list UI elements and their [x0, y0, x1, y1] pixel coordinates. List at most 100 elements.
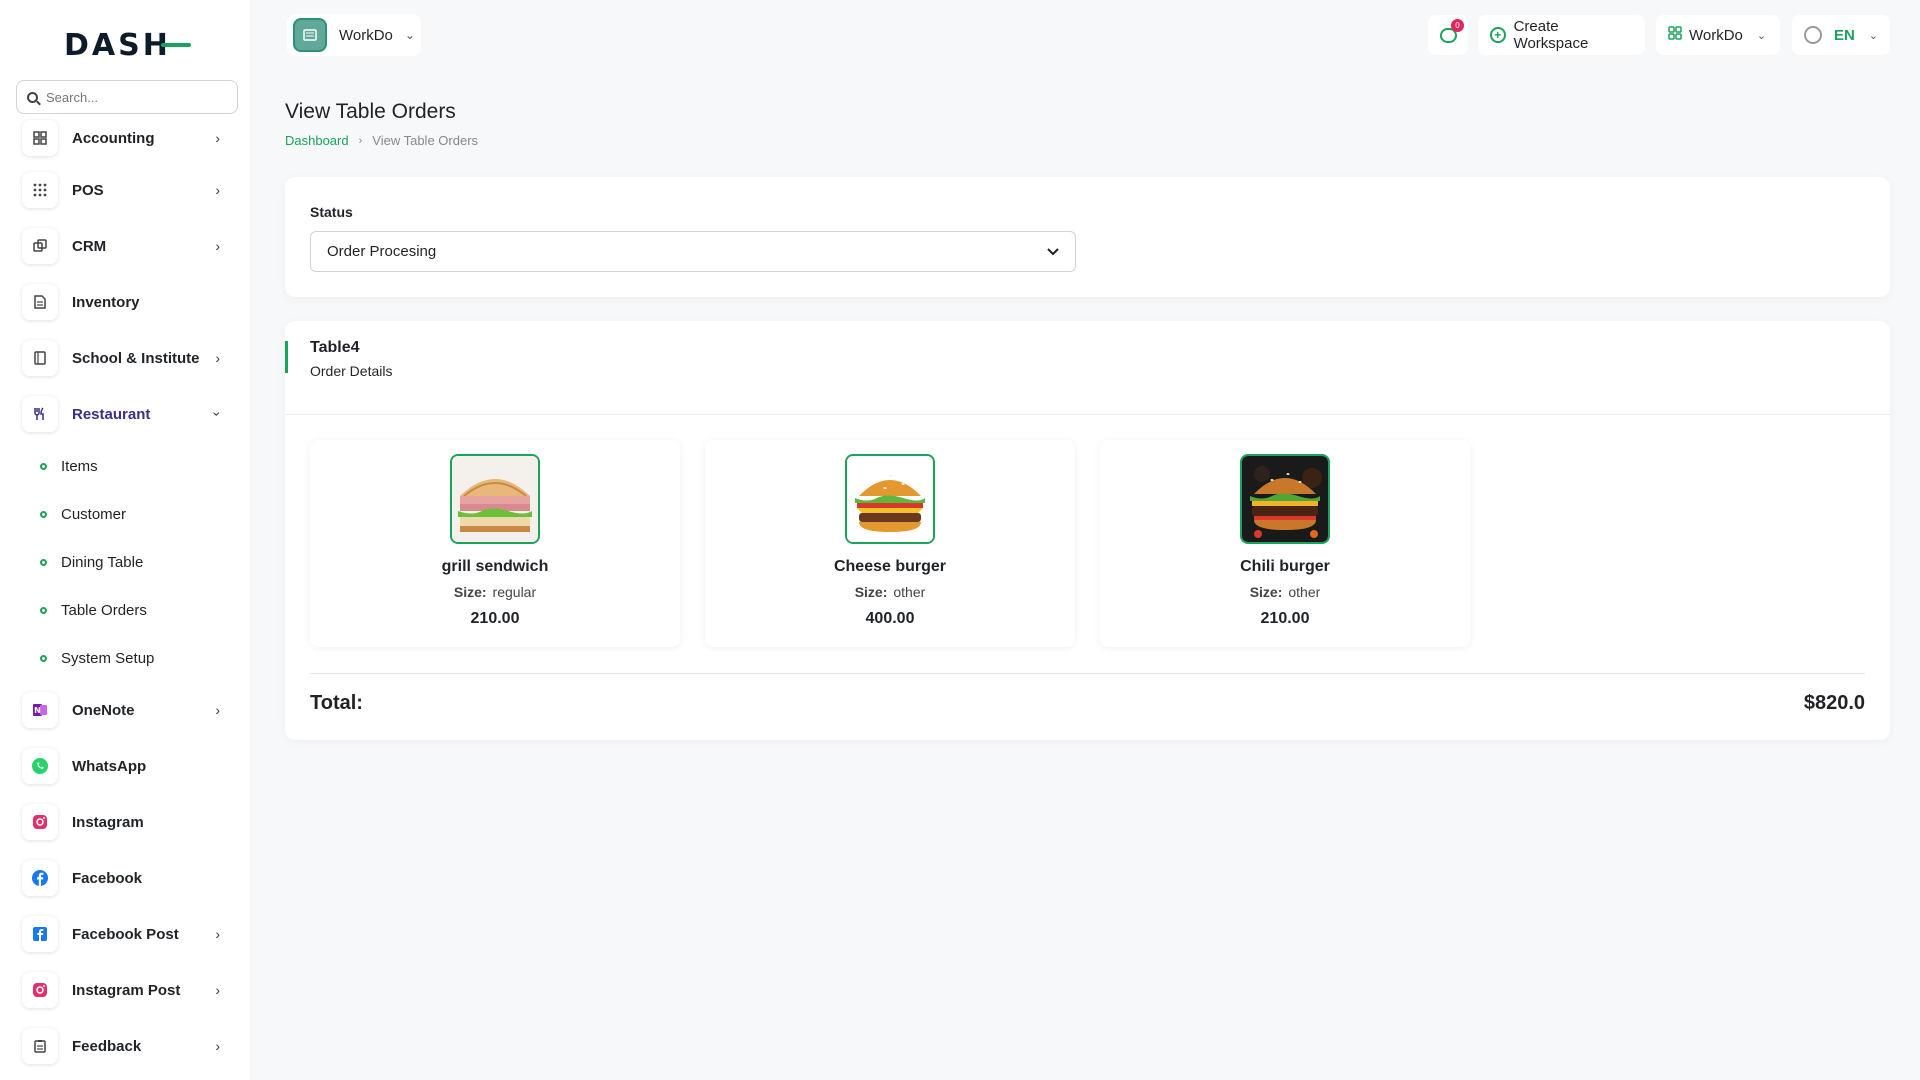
sidebar-item-onenote[interactable]: N OneNote › [0, 682, 250, 738]
sidebar-item-label: POS [72, 181, 104, 199]
status-selected-value: Order Procesing [327, 243, 437, 260]
divider [285, 414, 1890, 415]
item-size: Size: regular [310, 584, 680, 600]
sidebar-item-label: Instagram Post [72, 981, 181, 999]
bullet-icon [40, 510, 47, 518]
workdo-menu-button[interactable]: WorkDo ⌄ [1656, 15, 1780, 55]
plus-circle-icon: + [1490, 27, 1506, 43]
total-value: $820.0 [1803, 692, 1865, 714]
instagram-icon [22, 804, 58, 840]
sidebar-item-pos[interactable]: POS › [0, 162, 250, 218]
sidebar-subitem-label: Customer [61, 505, 127, 523]
item-size-label: Size: [453, 584, 487, 600]
bullet-icon [40, 606, 47, 614]
sidebar-item-whatsapp[interactable]: WhatsApp [0, 738, 250, 794]
status-label: Status [310, 204, 353, 220]
sidebar-item-label: Inventory [72, 293, 140, 311]
order-subtitle: Order Details [310, 363, 393, 379]
chevron-right-icon: › [215, 130, 220, 146]
breadcrumb-dashboard-link[interactable]: Dashboard [285, 133, 349, 148]
sidebar-item-restaurant[interactable]: Restaurant › [0, 386, 250, 442]
sidebar-subitem-system-setup[interactable]: System Setup [0, 634, 250, 682]
sidebar-item-facebook[interactable]: Facebook [0, 850, 250, 906]
logo-text: DASH [64, 27, 171, 63]
sandwich-image [450, 454, 540, 544]
sidebar-subitem-dining-table[interactable]: Dining Table [0, 538, 250, 586]
sidebar-item-label: Restaurant [72, 405, 151, 423]
item-price: 210.00 [1260, 610, 1310, 627]
search-input[interactable] [46, 89, 216, 105]
item-size-label: Size: [854, 584, 888, 600]
order-item-card: Cheese burger Size: other 400.00 [705, 440, 1075, 647]
bullet-icon [40, 462, 47, 470]
sidebar-item-crm[interactable]: CRM › [0, 218, 250, 274]
sidebar-subitem-label: System Setup [61, 649, 155, 667]
chevron-down-icon: ⌄ [1868, 29, 1878, 42]
page-title: View Table Orders [285, 100, 456, 123]
sidebar-item-instagram[interactable]: Instagram [0, 794, 250, 850]
chevron-right-icon: › [215, 238, 220, 254]
sidebar-item-accounting[interactable]: Accounting › [0, 114, 250, 162]
clipboard-icon [22, 1028, 58, 1064]
messages-button[interactable]: 0 [1428, 15, 1468, 55]
item-price: 400.00 [865, 610, 915, 627]
sidebar-subitem-label: Table Orders [61, 601, 147, 619]
instagram-post-icon [22, 972, 58, 1008]
workspace-name: WorkDo [339, 26, 393, 44]
divider [310, 673, 1865, 674]
chevron-right-icon: › [215, 1038, 220, 1054]
order-header: Table4 Order Details [285, 339, 392, 379]
create-workspace-button[interactable]: + Create Workspace [1478, 15, 1645, 55]
chevron-right-icon: › [215, 702, 220, 718]
status-card: Status Order Procesing [285, 177, 1890, 297]
sidebar-item-inventory[interactable]: Inventory [0, 274, 250, 330]
layers-icon [22, 228, 58, 264]
facebook-post-icon [22, 916, 58, 952]
chevron-right-icon: › [215, 350, 220, 366]
search-icon [27, 91, 38, 103]
sidebar-item-label: Accounting [72, 129, 155, 147]
sidebar-item-label: WhatsApp [72, 757, 147, 775]
sidebar-nav: Accounting › POS › CRM › Inventory Schoo… [0, 118, 250, 1074]
sidebar-subitem-label: Items [61, 457, 98, 475]
sidebar-subitem-items[interactable]: Items [0, 442, 250, 490]
item-name: grill sendwich [441, 558, 549, 575]
item-size-value: other [1288, 584, 1321, 600]
brand-logo[interactable]: DASH [64, 27, 191, 63]
sidebar-item-label: OneNote [72, 701, 135, 719]
breadcrumb: Dashboard › View Table Orders [285, 133, 478, 148]
logo-accent [160, 43, 191, 47]
sidebar-item-label: Facebook [72, 869, 143, 887]
document-icon [22, 284, 58, 320]
item-size: Size: other [705, 584, 1075, 600]
workdo-menu-label: WorkDo [1689, 26, 1743, 44]
order-item-card: grill sendwich Size: regular 210.00 [310, 440, 680, 647]
sidebar-subitem-customer[interactable]: Customer [0, 490, 250, 538]
item-name: Cheese burger [833, 558, 947, 575]
chevron-right-icon: › [215, 926, 220, 942]
sidebar-item-feedback[interactable]: Feedback › [0, 1018, 250, 1074]
sidebar-item-label: CRM [72, 237, 107, 255]
chevron-down-icon: ⌄ [1756, 29, 1767, 42]
sidebar-subitem-table-orders[interactable]: Table Orders [0, 586, 250, 634]
language-code: EN [1833, 26, 1855, 44]
item-size-value: regular [492, 584, 537, 600]
workspace-avatar-icon [293, 18, 327, 52]
svg-text:N: N [34, 706, 41, 715]
sidebar: DASH Accounting › POS › CRM › [0, 0, 250, 1080]
cheese-burger-image [845, 454, 935, 544]
chevron-down-icon: › [209, 411, 226, 417]
item-size-label: Size: [1249, 584, 1283, 600]
status-select[interactable]: Order Procesing [310, 231, 1076, 272]
language-selector[interactable]: EN ⌄ [1792, 15, 1890, 55]
sidebar-item-label: Feedback [72, 1037, 142, 1055]
sidebar-item-label: School & Institute [72, 349, 200, 367]
book-icon [22, 340, 58, 376]
sidebar-item-instagram-post[interactable]: Instagram Post › [0, 962, 250, 1018]
search-box[interactable] [16, 80, 238, 114]
sidebar-item-school-institute[interactable]: School & Institute › [0, 330, 250, 386]
chevron-right-icon: › [215, 982, 220, 998]
workspace-selector[interactable]: WorkDo ⌄ [287, 14, 421, 56]
sidebar-item-facebook-post[interactable]: Facebook Post › [0, 906, 250, 962]
messages-badge: 0 [1451, 19, 1464, 32]
